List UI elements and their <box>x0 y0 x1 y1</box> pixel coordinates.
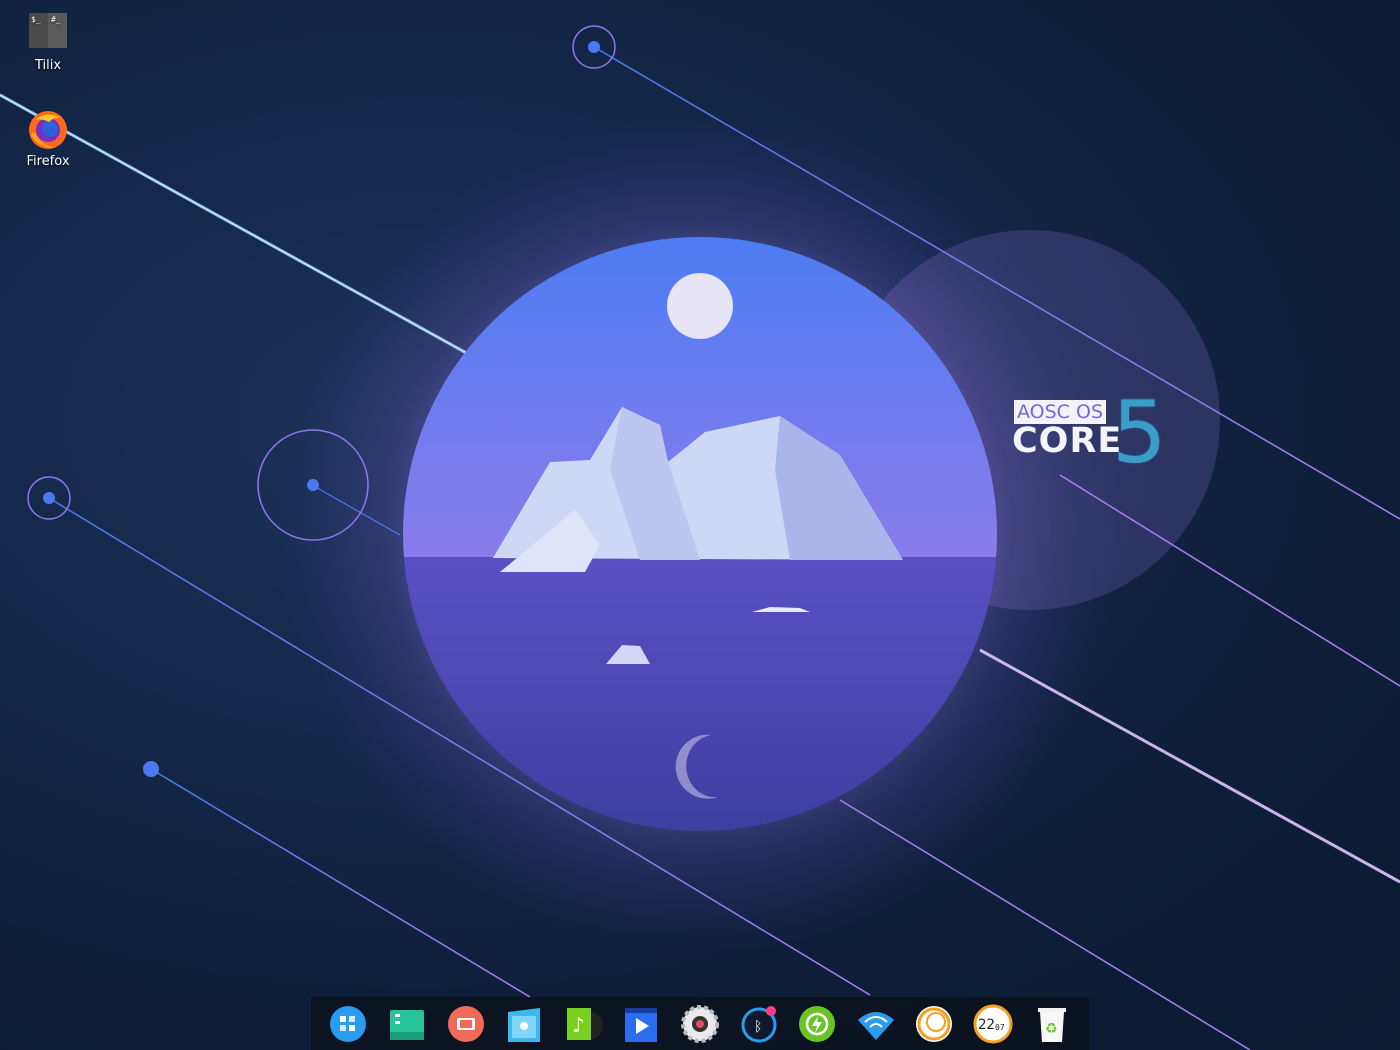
svg-text:22: 22 <box>978 1017 995 1033</box>
dock-launcher[interactable] <box>327 1003 369 1045</box>
desktop-icon-label: Firefox <box>26 154 70 169</box>
svg-text:$_: $_ <box>31 15 41 24</box>
dock-wifi[interactable] <box>855 1003 897 1045</box>
wallpaper <box>0 25 1400 1050</box>
dock-screen-recorder[interactable] <box>445 1003 487 1045</box>
dock: ♪ ᛒ 22 07 ♻ <box>311 997 1089 1050</box>
app-store-icon <box>508 1007 541 1042</box>
firefox-icon <box>29 111 67 149</box>
svg-text:#_: #_ <box>51 15 61 24</box>
svg-text:ᛒ: ᛒ <box>754 1019 762 1035</box>
dock-app-store[interactable] <box>503 1003 545 1045</box>
file-manager-icon <box>389 1009 424 1040</box>
dock-power[interactable] <box>796 1003 838 1045</box>
dock-movie[interactable] <box>620 1003 662 1045</box>
dock-music[interactable]: ♪ <box>562 1003 604 1045</box>
settings-gear-icon <box>680 1004 719 1043</box>
logo-edition: CORE <box>1012 421 1123 461</box>
dock-clock[interactable]: 22 07 <box>972 1003 1014 1045</box>
dock-bluetooth[interactable]: ᛒ <box>738 1003 780 1045</box>
desktop-icon-label: Tilix <box>34 58 62 73</box>
trash-icon: ♻ <box>1037 1007 1066 1042</box>
dock-trash[interactable]: ♻ <box>1031 1003 1073 1045</box>
aosc-logo: AOSC OS CORE 5 <box>1012 388 1172 482</box>
dock-settings[interactable] <box>679 1003 721 1045</box>
launcher-grid-icon <box>330 1005 367 1042</box>
terminal-icon: $_ #_ <box>29 13 67 48</box>
dock-file-manager[interactable] <box>386 1003 428 1045</box>
music-icon: ♪ <box>566 1007 603 1040</box>
desktop-icon-tilix[interactable]: $_ #_ Tilix <box>8 12 88 73</box>
svg-text:♻: ♻ <box>1045 1021 1058 1037</box>
logo-version: 5 <box>1112 383 1167 483</box>
power-icon <box>799 1005 836 1042</box>
dock-shutdown[interactable] <box>913 1003 955 1045</box>
movie-icon <box>625 1007 658 1042</box>
clock-icon: 22 07 <box>973 1004 1013 1043</box>
shutdown-icon <box>916 1005 953 1042</box>
screen-recorder-icon <box>447 1005 484 1042</box>
wifi-icon <box>857 1011 894 1040</box>
svg-text:♪: ♪ <box>572 1013 585 1037</box>
desktop-icon-firefox[interactable]: Firefox <box>8 108 88 169</box>
bluetooth-icon: ᛒ <box>741 1005 777 1042</box>
svg-text:07: 07 <box>995 1023 1005 1032</box>
